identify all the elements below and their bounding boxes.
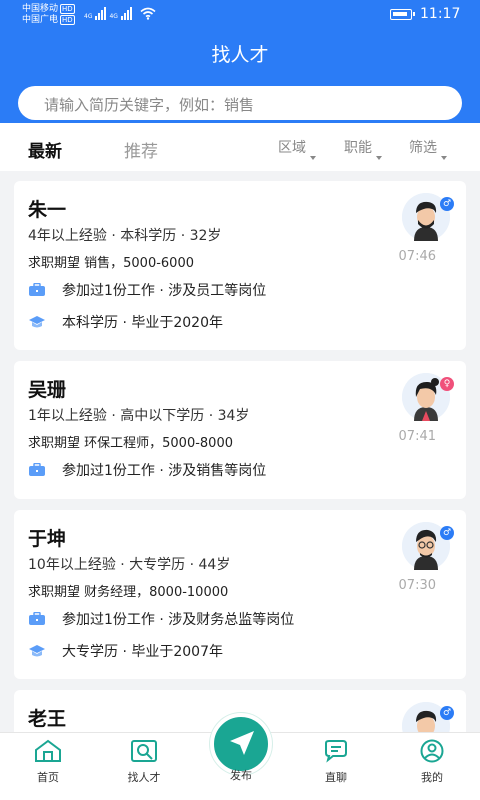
nav-find-talent-label: 找人才 bbox=[127, 771, 161, 784]
update-time: 07:41 bbox=[398, 429, 436, 444]
network-type-2: 4G bbox=[109, 13, 118, 20]
job-expectation: 求职期望 销售，5000-6000 bbox=[28, 256, 194, 271]
publish-button[interactable] bbox=[210, 713, 272, 775]
work-summary: 参加过1份工作 · 涉及员工等岗位 bbox=[28, 280, 266, 300]
carrier-2: 中国广电 bbox=[22, 15, 59, 25]
graduation-cap-icon bbox=[29, 316, 45, 328]
nav-mine[interactable]: 我的 bbox=[402, 739, 462, 785]
work-summary: 参加过1份工作 · 涉及财务总监等岗位 bbox=[28, 609, 294, 629]
tab-latest[interactable]: 最新 bbox=[28, 137, 62, 162]
work-text: 参加过1份工作 · 涉及财务总监等岗位 bbox=[62, 612, 295, 628]
briefcase-icon bbox=[29, 612, 45, 625]
briefcase-icon bbox=[29, 463, 45, 476]
wifi-icon bbox=[140, 7, 156, 20]
candidate-card[interactable]: 朱一 4年以上经验 · 本科学历 · 32岁 求职期望 销售，5000-6000… bbox=[14, 181, 466, 350]
chat-icon bbox=[325, 740, 347, 763]
status-bar: 中国移动 HD 中国广电 HD 4G 4G 11:17 bbox=[0, 0, 480, 30]
male-icon: ♂ bbox=[440, 526, 454, 540]
hd-badge: HD bbox=[60, 15, 75, 25]
search-input[interactable]: 请输入简历关键字，例如：销售 bbox=[18, 86, 462, 120]
candidate-card[interactable]: 吴珊 1年以上经验 · 高中以下学历 · 34岁 求职期望 环保工程师，5000… bbox=[14, 361, 466, 499]
carrier-1: 中国移动 bbox=[22, 4, 59, 14]
talent-search-icon bbox=[131, 740, 157, 762]
filter-function-dropdown[interactable]: 职能 bbox=[344, 137, 382, 160]
work-text: 参加过1份工作 · 涉及员工等岗位 bbox=[62, 283, 267, 299]
nav-chat[interactable]: 直聊 bbox=[306, 739, 366, 785]
job-expectation: 求职期望 环保工程师，5000-8000 bbox=[28, 436, 233, 451]
tab-recommend[interactable]: 推荐 bbox=[124, 137, 158, 162]
work-summary: 参加过1份工作 · 涉及销售等岗位 bbox=[28, 460, 266, 480]
search-placeholder: 请输入简历关键字，例如：销售 bbox=[44, 96, 255, 114]
work-text: 参加过1份工作 · 涉及销售等岗位 bbox=[62, 463, 267, 479]
candidate-name: 朱一 bbox=[28, 199, 67, 221]
candidate-meta: 10年以上经验 · 大专学历 · 44岁 bbox=[28, 557, 231, 573]
candidate-name: 老王 bbox=[28, 708, 67, 730]
page-title: 找人才 bbox=[211, 44, 269, 66]
avatar: ♂ bbox=[402, 193, 454, 241]
candidate-meta: 4年以上经验 · 本科学历 · 32岁 bbox=[28, 228, 222, 244]
nav-find-talent[interactable]: 找人才 bbox=[114, 739, 174, 785]
male-icon: ♂ bbox=[440, 706, 454, 720]
header-bar: 中国移动 HD 中国广电 HD 4G 4G 11:17 找人才 请输入简历关键字，例… bbox=[0, 0, 480, 123]
graduation-cap-icon bbox=[29, 645, 45, 657]
nav-chat-label: 直聊 bbox=[325, 771, 347, 784]
hd-badge: HD bbox=[60, 4, 75, 14]
education-text: 大专学历 · 毕业于2007年 bbox=[62, 644, 223, 660]
briefcase-icon bbox=[29, 283, 45, 296]
female-icon: ♀ bbox=[440, 377, 454, 391]
education-summary: 本科学历 · 毕业于2020年 bbox=[28, 312, 223, 332]
candidate-meta: 1年以上经验 · 高中以下学历 · 34岁 bbox=[28, 408, 250, 424]
job-expectation: 求职期望 财务经理，8000-10000 bbox=[28, 585, 229, 600]
user-profile-icon bbox=[420, 739, 444, 763]
signal-icon: 4G 4G bbox=[84, 6, 132, 20]
candidate-name: 于坤 bbox=[28, 528, 67, 550]
home-icon bbox=[35, 739, 61, 762]
battery-icon bbox=[390, 9, 415, 20]
update-time: 07:30 bbox=[398, 578, 436, 593]
carrier-info: 中国移动 HD 中国广电 HD bbox=[22, 4, 75, 26]
avatar: ♀ bbox=[402, 373, 454, 421]
publish-label: 发布 bbox=[230, 769, 252, 782]
filter-area-dropdown[interactable]: 区域 bbox=[278, 137, 316, 160]
clock: 11:17 bbox=[420, 6, 461, 22]
candidate-name: 吴珊 bbox=[28, 379, 67, 401]
update-time: 07:46 bbox=[398, 249, 436, 264]
send-arrow-icon bbox=[230, 731, 254, 755]
filter-more-dropdown[interactable]: 筛选 bbox=[409, 137, 447, 160]
candidate-card[interactable]: 于坤 10年以上经验 · 大专学历 · 44岁 求职期望 财务经理，8000-1… bbox=[14, 510, 466, 679]
nav-mine-label: 我的 bbox=[421, 771, 443, 784]
nav-home[interactable]: 首页 bbox=[18, 739, 78, 785]
avatar: ♂ bbox=[402, 522, 454, 570]
filter-bar: 最新 推荐 区域 职能 筛选 bbox=[0, 123, 480, 171]
education-text: 本科学历 · 毕业于2020年 bbox=[62, 315, 223, 331]
male-icon: ♂ bbox=[440, 197, 454, 211]
bottom-nav: 首页 找人才 发布 直聊 我的 bbox=[0, 713, 480, 800]
network-type-1: 4G bbox=[84, 13, 93, 20]
nav-home-label: 首页 bbox=[37, 771, 59, 784]
education-summary: 大专学历 · 毕业于2007年 bbox=[28, 641, 223, 661]
